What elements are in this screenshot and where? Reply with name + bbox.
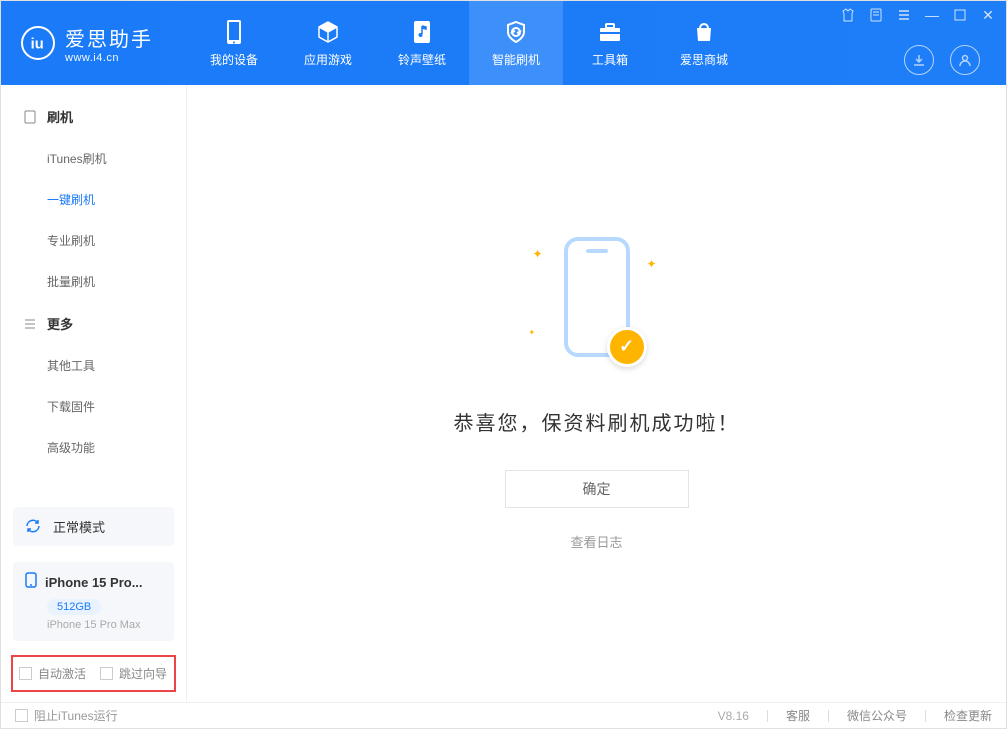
footer: 阻止iTunes运行 V8.16 客服 微信公众号 检查更新 [1, 702, 1006, 728]
checkbox-auto-activate[interactable]: 自动激活 [19, 665, 86, 682]
nav-tab-device[interactable]: 我的设备 [187, 1, 281, 85]
maximize-icon[interactable] [952, 7, 968, 23]
checkbox-icon [15, 709, 28, 722]
sidebar-item-advanced[interactable]: 高级功能 [1, 427, 186, 468]
bag-icon [691, 19, 717, 45]
sidebar-item-itunes-flash[interactable]: iTunes刷机 [1, 138, 186, 179]
svg-text:iu: iu [31, 37, 44, 53]
skin-icon[interactable] [840, 7, 856, 23]
download-button[interactable] [904, 45, 934, 75]
sidebar-item-other-tools[interactable]: 其他工具 [1, 345, 186, 386]
nav-tab-flash[interactable]: 智能刷机 [469, 1, 563, 85]
success-illustration: ✦ ✦ ✦ ✓ [527, 237, 667, 377]
refresh-icon [25, 518, 43, 536]
ok-button[interactable]: 确定 [505, 470, 689, 508]
sidebar-item-batch-flash[interactable]: 批量刷机 [1, 261, 186, 302]
app-name: 爱思助手 [65, 23, 153, 52]
minimize-icon[interactable]: — [924, 7, 940, 23]
storage-badge: 512GB [47, 599, 101, 615]
sidebar-group-flash[interactable]: 刷机 [1, 95, 186, 138]
view-log-link[interactable]: 查看日志 [570, 532, 622, 551]
check-update-link[interactable]: 检查更新 [944, 707, 992, 724]
music-icon [409, 19, 435, 45]
version-label: V8.16 [718, 709, 749, 723]
toolbox-icon [597, 19, 623, 45]
checkbox-icon [100, 667, 113, 680]
highlighted-options: 自动激活 跳过向导 [11, 655, 176, 692]
sparkle-icon: ✦ [533, 247, 543, 261]
checkbox-block-itunes[interactable]: 阻止iTunes运行 [15, 707, 118, 724]
refresh-shield-icon [503, 19, 529, 45]
sparkle-icon: ✦ [529, 328, 536, 337]
device-card[interactable]: iPhone 15 Pro... 512GB iPhone 15 Pro Max [13, 562, 174, 641]
menu-icon[interactable] [896, 7, 912, 23]
mode-card[interactable]: 正常模式 [13, 507, 174, 546]
check-badge-icon: ✓ [607, 327, 647, 367]
app-header: iu 爱思助手 www.i4.cn 我的设备 应用游戏 铃声壁纸 智能刷机 工具… [1, 1, 1006, 85]
logo-area: iu 爱思助手 www.i4.cn [1, 1, 187, 85]
logo-icon: iu [21, 26, 55, 60]
checkbox-skip-wizard[interactable]: 跳过向导 [100, 665, 167, 682]
sidebar-item-pro-flash[interactable]: 专业刷机 [1, 220, 186, 261]
sparkle-icon: ✦ [646, 257, 656, 271]
main-content: ✦ ✦ ✦ ✓ 恭喜您，保资料刷机成功啦！ 确定 查看日志 [187, 85, 1006, 702]
sidebar: 刷机 iTunes刷机 一键刷机 专业刷机 批量刷机 更多 其他工具 下载固件 … [1, 85, 187, 702]
feedback-icon[interactable] [868, 7, 884, 23]
sidebar-item-oneclick-flash[interactable]: 一键刷机 [1, 179, 186, 220]
support-link[interactable]: 客服 [786, 707, 810, 724]
user-button[interactable] [950, 45, 980, 75]
success-title: 恭喜您，保资料刷机成功啦！ [454, 407, 740, 436]
checkbox-icon [19, 667, 32, 680]
device-name: iPhone 15 Pro... [45, 575, 143, 590]
phone-small-icon [25, 572, 37, 593]
nav-tab-ringtones[interactable]: 铃声壁纸 [375, 1, 469, 85]
device-icon [23, 110, 37, 124]
window-controls: — ✕ [840, 7, 996, 23]
wechat-link[interactable]: 微信公众号 [847, 707, 907, 724]
nav-tab-apps[interactable]: 应用游戏 [281, 1, 375, 85]
sidebar-item-download-fw[interactable]: 下载固件 [1, 386, 186, 427]
close-icon[interactable]: ✕ [980, 7, 996, 23]
nav-tab-store[interactable]: 爱思商城 [657, 1, 751, 85]
device-model: iPhone 15 Pro Max [47, 619, 162, 631]
sidebar-group-more[interactable]: 更多 [1, 302, 186, 345]
cube-icon [315, 19, 341, 45]
phone-icon [221, 19, 247, 45]
app-url: www.i4.cn [65, 52, 153, 64]
mode-label: 正常模式 [53, 517, 105, 536]
nav-tab-tools[interactable]: 工具箱 [563, 1, 657, 85]
menu-lines-icon [23, 317, 37, 331]
